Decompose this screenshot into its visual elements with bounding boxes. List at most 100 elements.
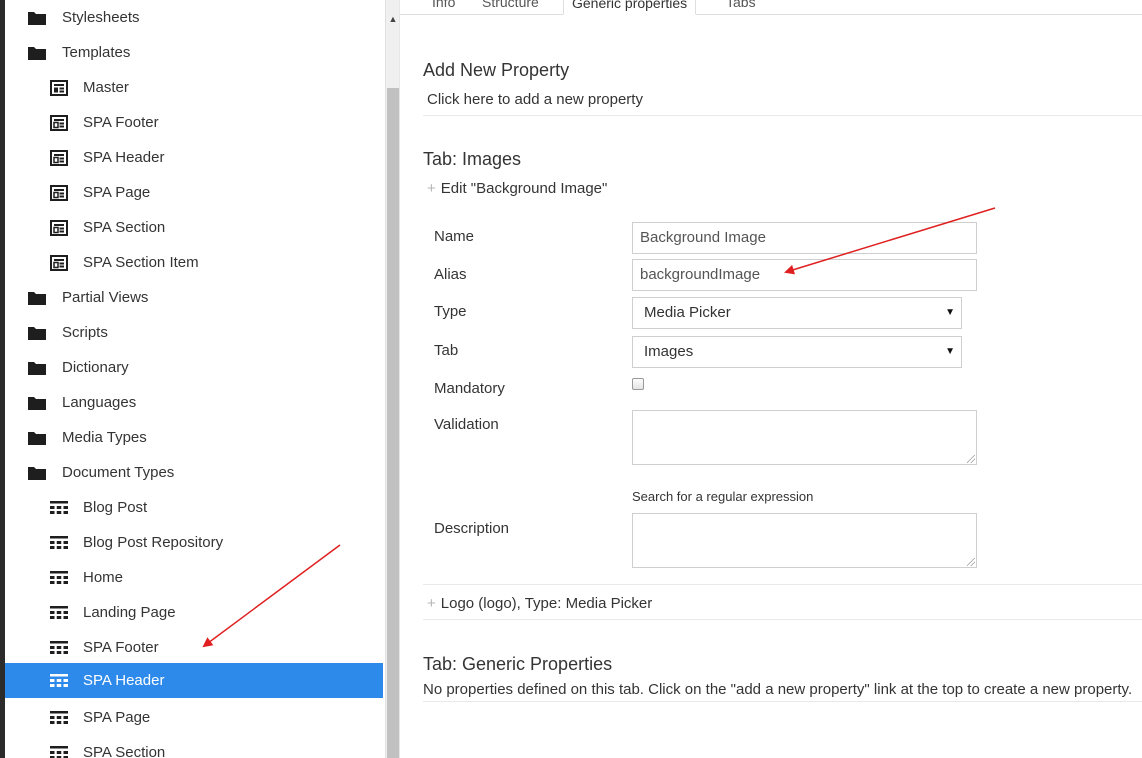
folder-icon <box>27 395 47 411</box>
dropdown-caret-icon: ▼ <box>945 346 955 357</box>
doctype-editor: Info Structure Generic properties Tabs A… <box>399 0 1142 758</box>
tree-item-label: Blog Post <box>83 499 148 516</box>
scroll-up-arrow-icon[interactable]: ▲ <box>386 12 400 26</box>
tree-item-label: Master <box>83 79 129 96</box>
tree-item-languages[interactable]: Languages <box>5 385 383 420</box>
divider <box>423 619 1142 620</box>
tree-item-label: SPA Section <box>83 219 166 236</box>
tree-item-label: Media Types <box>62 429 147 446</box>
validation-textarea[interactable] <box>632 410 977 465</box>
template-icon <box>49 219 69 236</box>
alias-input[interactable]: backgroundImage <box>632 259 977 291</box>
tree-item-templates[interactable]: Templates <box>5 35 383 70</box>
tree-item-label: SPA Footer <box>83 114 159 131</box>
tree-item-label: Partial Views <box>62 289 149 306</box>
folder-icon <box>27 45 47 61</box>
tree-item-spa-section-item-template[interactable]: SPA Section Item <box>5 245 383 280</box>
tree-item-label: Templates <box>62 44 131 61</box>
plus-icon: + <box>427 595 436 612</box>
divider <box>423 701 1142 702</box>
type-select-value: Media Picker <box>644 304 731 321</box>
tree-item-label: Landing Page <box>83 604 176 621</box>
generic-tab-empty-text: No properties defined on this tab. Click… <box>423 681 1133 698</box>
divider <box>423 584 1142 585</box>
folder-icon <box>27 290 47 306</box>
tree-item-label: SPA Footer <box>83 639 159 656</box>
scrollbar-thumb[interactable] <box>387 88 399 758</box>
doctype-grid-icon <box>49 570 69 586</box>
resize-grip-icon[interactable] <box>967 558 975 566</box>
doctype-grid-icon <box>49 710 69 726</box>
type-label: Type <box>434 303 467 320</box>
sidebar-scrollbar[interactable]: ▲ <box>385 0 399 758</box>
folder-icon <box>27 465 47 481</box>
tree-item-label: Document Types <box>62 464 175 481</box>
logo-property-toggle[interactable]: + Logo (logo), Type: Media Picker <box>427 595 652 612</box>
template-icon <box>49 149 69 166</box>
tree-item-spa-section-doctype[interactable]: SPA Section <box>5 735 383 758</box>
regex-search-link[interactable]: Search for a regular expression <box>632 489 813 504</box>
tree-item-partial-views[interactable]: Partial Views <box>5 280 383 315</box>
tree-item-master[interactable]: Master <box>5 70 383 105</box>
tree-item-label: SPA Page <box>83 184 151 201</box>
plus-icon: + <box>427 180 436 197</box>
tree-item-dictionary[interactable]: Dictionary <box>5 350 383 385</box>
folder-icon <box>27 10 47 26</box>
tree-item-blog-post-repository[interactable]: Blog Post Repository <box>5 525 383 560</box>
tab-generic-properties[interactable]: Generic properties <box>563 0 697 15</box>
tree-item-spa-header-template[interactable]: SPA Header <box>5 140 383 175</box>
doctype-grid-icon <box>49 535 69 551</box>
tree-item-spa-footer-template[interactable]: SPA Footer <box>5 105 383 140</box>
tree-item-spa-footer-doctype[interactable]: SPA Footer <box>5 630 383 665</box>
tree-item-label: SPA Page <box>83 709 151 726</box>
folder-icon <box>27 430 47 446</box>
settings-tree: Stylesheets Templates Master SPA Footer … <box>5 0 385 758</box>
tree-item-spa-page-template[interactable]: SPA Page <box>5 175 383 210</box>
doctype-grid-icon <box>49 640 69 656</box>
folder-icon <box>27 325 47 341</box>
tree-item-label: Home <box>83 569 124 586</box>
name-input[interactable]: Background Image <box>632 222 977 254</box>
edit-property-label: Edit "Background Image" <box>440 180 608 197</box>
folder-icon <box>27 360 47 376</box>
resize-grip-icon[interactable] <box>967 455 975 463</box>
tree-item-label: Scripts <box>62 324 108 341</box>
edit-background-image-toggle[interactable]: + Edit "Background Image" <box>427 180 607 197</box>
tree-item-media-types[interactable]: Media Types <box>5 420 383 455</box>
tree-item-stylesheets[interactable]: Stylesheets <box>5 0 383 35</box>
tree-item-spa-header-doctype[interactable]: SPA Header <box>5 663 383 698</box>
tree-item-spa-section-template[interactable]: SPA Section <box>5 210 383 245</box>
name-label: Name <box>434 228 475 245</box>
description-textarea[interactable] <box>632 513 977 568</box>
doctype-grid-icon <box>49 673 69 689</box>
tree-item-label: SPA Header <box>83 149 165 166</box>
tree-item-blog-post[interactable]: Blog Post <box>5 490 383 525</box>
tab-select[interactable]: Images ▼ <box>632 336 962 368</box>
mandatory-label: Mandatory <box>434 380 505 397</box>
tree-item-home[interactable]: Home <box>5 560 383 595</box>
template-icon <box>49 254 69 271</box>
tab-label: Tab <box>434 342 459 359</box>
tree-item-label: SPA Section <box>83 744 166 758</box>
tree-item-spa-page-doctype[interactable]: SPA Page <box>5 700 383 735</box>
tab-structure[interactable]: Structure <box>474 0 547 15</box>
tree-item-label: SPA Header <box>83 672 165 689</box>
mandatory-checkbox[interactable] <box>632 378 644 390</box>
doctype-grid-icon <box>49 745 69 758</box>
description-label: Description <box>434 520 510 537</box>
tree-item-label: Languages <box>62 394 137 411</box>
type-select[interactable]: Media Picker ▼ <box>632 297 962 329</box>
tree-item-label: Dictionary <box>62 359 129 376</box>
tab-info[interactable]: Info <box>424 0 463 15</box>
add-property-link[interactable]: Click here to add a new property <box>427 91 643 108</box>
add-property-title: Add New Property <box>423 60 570 80</box>
validation-label: Validation <box>434 416 499 433</box>
tree-item-document-types[interactable]: Document Types <box>5 455 383 490</box>
images-tab-title: Tab: Images <box>423 149 522 169</box>
divider <box>423 115 1142 116</box>
tab-select-value: Images <box>644 343 694 360</box>
tree-item-landing-page[interactable]: Landing Page <box>5 595 383 630</box>
tree-item-scripts[interactable]: Scripts <box>5 315 383 350</box>
generic-tab-title: Tab: Generic Properties <box>423 654 613 674</box>
tab-tabs[interactable]: Tabs <box>718 0 764 15</box>
